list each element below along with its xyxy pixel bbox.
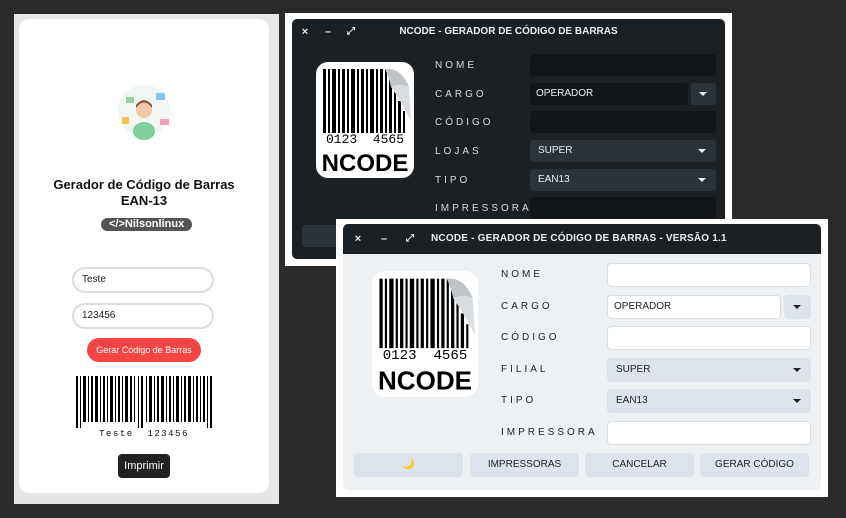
- dark-titlebar[interactable]: × – ⤢ NCODE - GERADOR DE CÓDIGO DE BARRA…: [292, 19, 725, 45]
- impressora-field[interactable]: [530, 197, 716, 219]
- chevron-down-icon: [793, 368, 801, 372]
- cargo-combobox[interactable]: OPERADOR: [607, 295, 781, 319]
- page-title-line1: Gerador de Código de Barras: [53, 177, 235, 192]
- author-badge[interactable]: </>Nilsonlinux: [101, 218, 193, 231]
- generate-code-button[interactable]: GERAR CÓDIGO: [700, 453, 809, 477]
- theme-toggle-button[interactable]: 🌙: [354, 453, 463, 477]
- label-nome: NOME: [435, 60, 477, 71]
- tipo-value: EAN13: [616, 395, 648, 406]
- tipo-select[interactable]: EAN13: [607, 389, 811, 413]
- codigo-field[interactable]: [530, 111, 716, 133]
- cancel-button[interactable]: CANCELAR: [585, 453, 694, 477]
- ncode-logo: 0123 4565 NCODE: [316, 62, 414, 178]
- label-cargo: CARGO: [435, 89, 487, 100]
- window-title: NCODE - GERADOR DE CÓDIGO DE BARRAS - VE…: [431, 233, 727, 244]
- label-impressora: IMPRESSORA: [435, 203, 532, 214]
- web-app-frame: Gerador de Código de Barras EAN-13 </>Ni…: [14, 14, 279, 504]
- impressoras-button[interactable]: IMPRESSORAS: [470, 453, 579, 477]
- label-codigo: CÓDIGO: [501, 332, 560, 343]
- filial-value: SUPER: [616, 364, 651, 375]
- label-tipo: TIPO: [435, 175, 471, 186]
- nome-field[interactable]: [607, 263, 811, 287]
- code-input[interactable]: 123456: [72, 303, 214, 329]
- label-codigo: CÓDIGO: [435, 117, 494, 128]
- chevron-down-icon: [698, 178, 706, 182]
- minimize-icon[interactable]: –: [377, 224, 391, 254]
- lojas-value: SUPER: [538, 145, 573, 156]
- name-input[interactable]: Teste: [72, 267, 214, 293]
- light-titlebar[interactable]: × – ⤢ NCODE - GERADOR DE CÓDIGO DE BARRA…: [343, 224, 821, 254]
- light-window: × – ⤢ NCODE - GERADOR DE CÓDIGO DE BARRA…: [343, 224, 821, 490]
- logo-text: NCODE: [322, 150, 409, 177]
- close-icon[interactable]: ×: [351, 224, 365, 254]
- impressora-field[interactable]: [607, 421, 811, 445]
- logo-number: 0123 4565: [326, 132, 404, 147]
- generate-barcode-button[interactable]: Gerar Código de Barras: [87, 338, 201, 362]
- light-window-frame: × – ⤢ NCODE - GERADOR DE CÓDIGO DE BARRA…: [336, 219, 828, 497]
- ncode-logo: 0123 4565 NCODE: [371, 271, 479, 397]
- tipo-value: EAN13: [538, 174, 570, 185]
- nome-field[interactable]: [530, 54, 716, 76]
- tipo-select[interactable]: EAN13: [530, 169, 716, 191]
- label-nome: NOME: [501, 269, 543, 280]
- web-app-card: Gerador de Código de Barras EAN-13 </>Ni…: [19, 19, 269, 493]
- lojas-select[interactable]: SUPER: [530, 140, 716, 162]
- print-button[interactable]: Imprimir: [118, 454, 170, 478]
- chevron-down-icon: [793, 399, 801, 403]
- filial-select[interactable]: SUPER: [607, 358, 811, 382]
- barcode-image: [76, 376, 212, 428]
- chevron-down-icon: [699, 92, 707, 96]
- chevron-down-icon: [793, 305, 801, 309]
- page-title: Gerador de Código de Barras EAN-13: [19, 177, 269, 209]
- chevron-down-icon: [698, 149, 706, 153]
- moon-icon: 🌙: [402, 459, 415, 470]
- label-filial: FILIAL: [501, 364, 549, 375]
- label-cargo: CARGO: [501, 301, 553, 312]
- label-lojas: LOJAS: [435, 146, 482, 157]
- label-tipo: TIPO: [501, 395, 537, 406]
- window-title: NCODE - GERADOR DE CÓDIGO DE BARRAS: [399, 26, 618, 37]
- avatar-illustration: [118, 85, 170, 140]
- codigo-field[interactable]: [607, 326, 811, 350]
- logo-text: NCODE: [378, 365, 472, 395]
- logo-number: 0123 4565: [383, 348, 468, 364]
- page-title-line2: EAN-13: [120, 193, 168, 208]
- cargo-dropdown-button[interactable]: [784, 295, 811, 319]
- barcode-caption: Teste 123456: [99, 429, 189, 439]
- maximize-icon[interactable]: ⤢: [403, 224, 417, 254]
- label-impressora: IMPRESSORA: [501, 427, 598, 438]
- cargo-combobox[interactable]: OPERADOR: [530, 83, 688, 105]
- cargo-dropdown-button[interactable]: [691, 83, 716, 105]
